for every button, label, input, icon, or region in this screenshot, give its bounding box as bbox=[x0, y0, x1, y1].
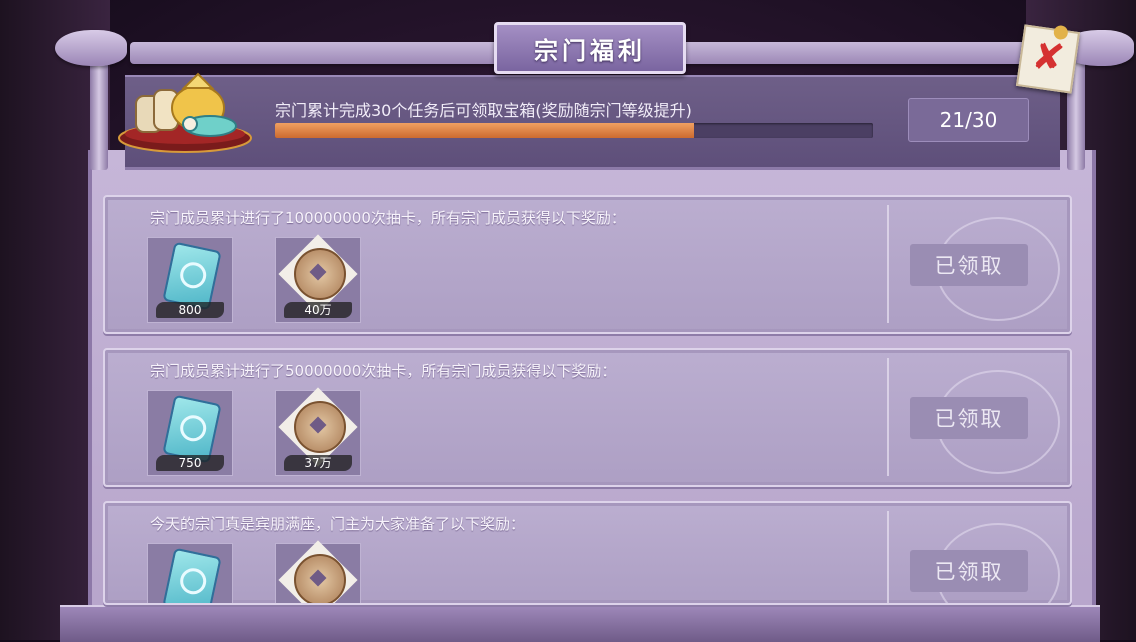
divider bbox=[887, 358, 889, 476]
summon-ticket-icon bbox=[162, 241, 222, 311]
reward-item-ticket[interactable]: 800 bbox=[147, 237, 233, 323]
item-quantity: 37万 bbox=[284, 455, 352, 471]
item-quantity: 800 bbox=[156, 302, 224, 318]
reward-item-ticket[interactable] bbox=[147, 543, 233, 603]
coin-icon bbox=[294, 554, 346, 603]
coin-icon bbox=[294, 248, 346, 300]
claimed-button[interactable]: 已领取 bbox=[910, 550, 1028, 592]
reward-description: 宗门成员累计进行了100000000次抽卡，所有宗门成员获得以下奖励： bbox=[150, 209, 626, 227]
reward-description: 宗门成员累计进行了50000000次抽卡，所有宗门成员获得以下奖励： bbox=[150, 362, 617, 380]
coin-icon bbox=[294, 401, 346, 453]
treasure-chest-icon bbox=[118, 72, 252, 153]
reward-item-coin[interactable] bbox=[275, 540, 361, 603]
divider bbox=[887, 511, 889, 603]
reward-item-coin[interactable]: 40万 bbox=[275, 234, 361, 323]
item-quantity: 750 bbox=[156, 455, 224, 471]
close-button[interactable]: ✘ bbox=[1015, 24, 1081, 94]
task-progress-bar bbox=[275, 123, 873, 138]
task-description: 宗门累计完成30个任务后可领取宝箱(奖励随宗门等级提升) bbox=[275, 101, 692, 120]
progress-fill bbox=[275, 123, 694, 138]
page-title: 宗门福利 bbox=[494, 22, 686, 74]
dragon-ornament-left-icon bbox=[55, 30, 127, 66]
reward-card: 宗门成员累计进行了100000000次抽卡，所有宗门成员获得以下奖励： 800 … bbox=[103, 195, 1072, 334]
panel-frame-bottom bbox=[60, 605, 1100, 642]
progress-count: 21/30 bbox=[908, 98, 1029, 142]
reward-description: 今天的宗门真是宾朋满座，门主为大家准备了以下奖励： bbox=[150, 515, 526, 533]
close-icon: ✘ bbox=[1029, 33, 1068, 82]
reward-card: 今天的宗门真是宾朋满座，门主为大家准备了以下奖励： 已领取 bbox=[103, 501, 1072, 605]
divider bbox=[887, 205, 889, 323]
summon-ticket-icon bbox=[162, 394, 222, 464]
reward-item-coin[interactable]: 37万 bbox=[275, 387, 361, 476]
claimed-button[interactable]: 已领取 bbox=[910, 397, 1028, 439]
claimed-button[interactable]: 已领取 bbox=[910, 244, 1028, 286]
reward-item-ticket[interactable]: 750 bbox=[147, 390, 233, 476]
item-quantity: 40万 bbox=[284, 302, 352, 318]
summon-ticket-icon bbox=[162, 547, 222, 603]
reward-card: 宗门成员累计进行了50000000次抽卡，所有宗门成员获得以下奖励： 750 3… bbox=[103, 348, 1072, 487]
